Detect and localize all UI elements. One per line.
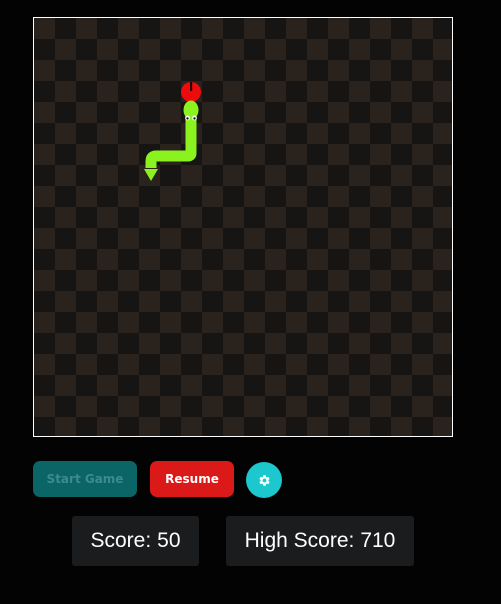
- score-value: 50: [157, 529, 181, 552]
- snake: [144, 100, 199, 181]
- game-board-canvas: [144, 82, 201, 181]
- high-score-label: High Score:: [244, 529, 355, 552]
- apple-stem: [190, 82, 193, 91]
- start-game-button[interactable]: Start Game: [33, 461, 137, 497]
- snake-pupil-right: [193, 117, 196, 120]
- resume-button[interactable]: Resume: [150, 461, 234, 497]
- score-display: Score: 50: [72, 516, 199, 566]
- apple: [181, 82, 201, 102]
- game-board[interactable]: [33, 17, 453, 437]
- snake-body: [145, 116, 197, 168]
- snake-tail: [144, 169, 158, 181]
- settings-button[interactable]: [246, 462, 282, 498]
- high-score-display: High Score: 710: [226, 516, 414, 566]
- high-score-value: 710: [360, 529, 396, 552]
- snake-pupil-left: [186, 117, 189, 120]
- gear-icon: [258, 474, 270, 486]
- score-label: Score:: [90, 529, 152, 552]
